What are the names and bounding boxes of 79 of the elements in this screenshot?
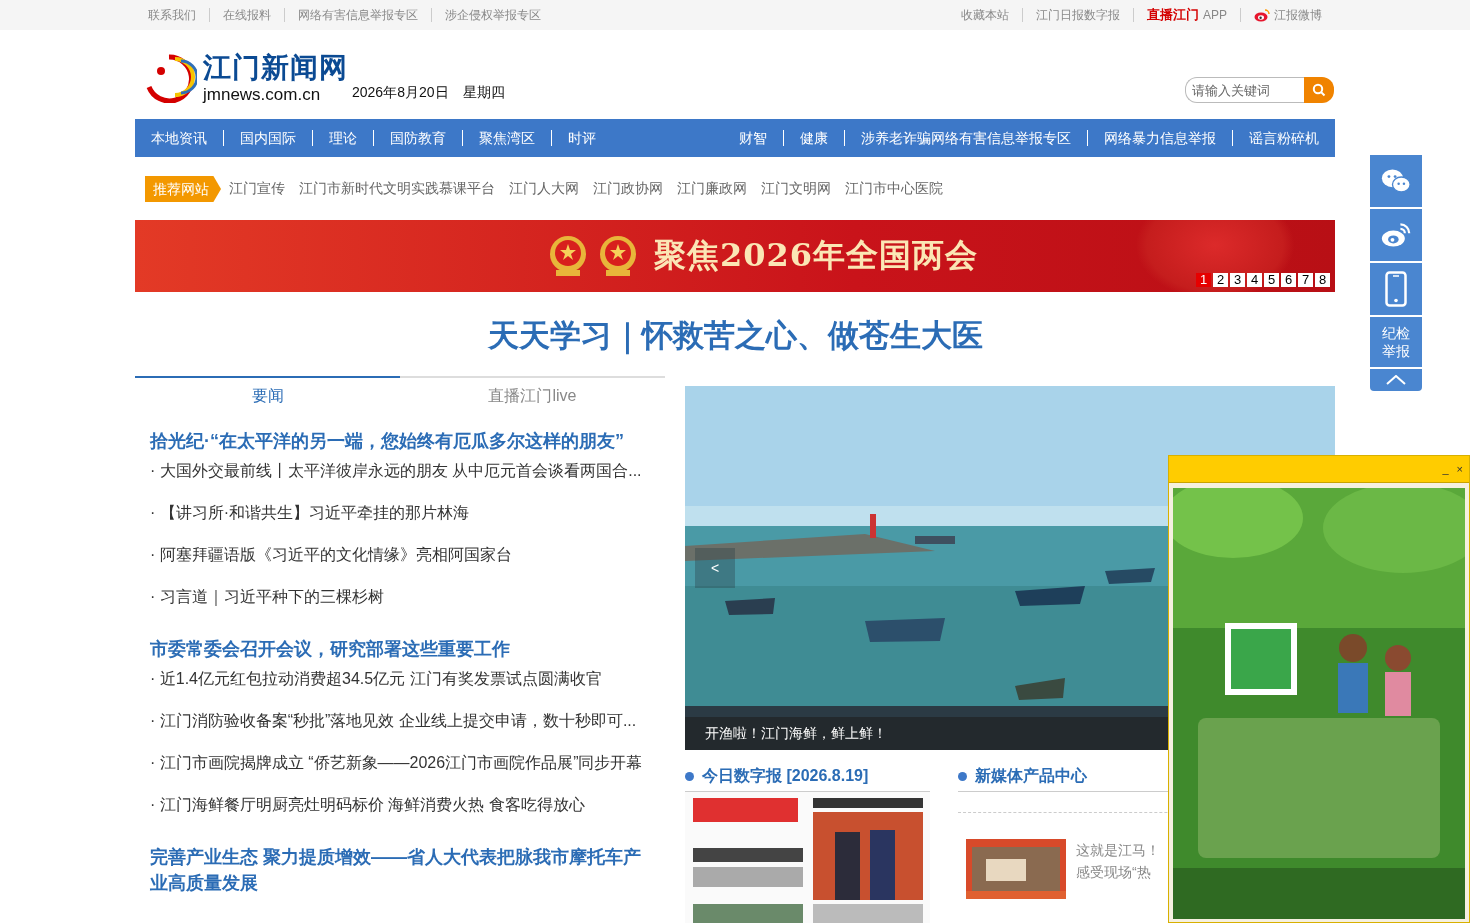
top-link[interactable]: 涉企侵权举报专区 — [431, 8, 554, 22]
search-button[interactable] — [1304, 77, 1334, 103]
news-tab[interactable]: 要闻 — [135, 376, 400, 406]
current-date: 2026年8月20日 — [352, 84, 449, 102]
wechat-icon — [1381, 167, 1411, 195]
search-field[interactable]: 请输入关键词 — [1185, 77, 1304, 103]
back-to-top-button[interactable] — [1370, 369, 1422, 391]
report-button[interactable]: 纪检举报 — [1370, 317, 1422, 367]
news-tab[interactable]: 直播江门live — [400, 376, 665, 406]
page-number[interactable]: 5 — [1264, 273, 1279, 287]
app-link[interactable]: APP — [1203, 8, 1227, 22]
news-item[interactable]: · 大国外交最前线丨太平洋彼岸永远的朋友 从中厄元首会谈看两国合... — [150, 460, 665, 502]
news-headline[interactable]: 市委常委会召开会议，研究部署这些重要工作 — [150, 636, 650, 662]
live-app-logo[interactable]: 直播江门 — [1147, 8, 1199, 22]
nav-link[interactable]: 国内国际 — [223, 130, 312, 146]
emblem-icon — [598, 234, 638, 278]
nav-link[interactable]: 国防教育 — [373, 130, 462, 146]
nav-link[interactable]: 网络暴力信息举报 — [1087, 130, 1232, 146]
nav-link[interactable]: 涉养老诈骗网络有害信息举报专区 — [844, 130, 1087, 146]
news-item[interactable]: · 江门消防验收备案“秒批”落地见效 企业线上提交申请，数十秒即可... — [150, 710, 665, 752]
wechat-button[interactable] — [1370, 155, 1422, 207]
chevron-up-icon — [1386, 375, 1406, 385]
nav-link[interactable]: 本地资讯 — [135, 130, 223, 146]
mobile-button[interactable] — [1370, 263, 1422, 315]
media-title[interactable]: 感受现场“热 — [1076, 861, 1151, 883]
recommended-link[interactable]: 江门人大网 — [509, 180, 579, 198]
nav-link[interactable]: 时评 — [551, 130, 612, 146]
recommended-link[interactable]: 江门市新时代文明实践慕课平台 — [299, 180, 495, 198]
minimize-button[interactable]: _ — [1442, 463, 1449, 475]
section-title[interactable]: 今日数字报 [2026.8.19] — [702, 765, 869, 787]
banner-title: 聚焦2026年全国两会 — [654, 235, 979, 276]
top-link[interactable]: 在线报料 — [209, 8, 284, 22]
nav-link[interactable]: 谣言粉碎机 — [1232, 130, 1335, 146]
weekday: 星期四 — [462, 84, 505, 102]
top-link[interactable]: 收藏本站 — [961, 8, 1022, 22]
recommended-link[interactable]: 江门文明网 — [761, 180, 831, 198]
emblem-icon — [548, 234, 588, 278]
news-item[interactable]: · 江门市画院揭牌成立 “侨艺新象——2026江门市画院作品展”同步开幕 — [150, 752, 665, 794]
news-headline[interactable]: 拾光纪·“在太平洋的另一端，您始终有厄瓜多尔这样的朋友” — [150, 428, 650, 454]
page-number[interactable]: 4 — [1247, 273, 1262, 287]
recommended-label: 推荐网站 — [145, 176, 221, 202]
weibo-icon — [1381, 221, 1411, 249]
nav-link[interactable]: 健康 — [783, 130, 844, 146]
page-number[interactable]: 7 — [1298, 273, 1313, 287]
page-number[interactable]: 6 — [1281, 273, 1296, 287]
site-name: 江门新闻网 — [203, 54, 348, 82]
phone-icon — [1385, 271, 1407, 307]
media-title[interactable]: 这就是江马！ — [1076, 839, 1160, 861]
page-number[interactable]: 3 — [1230, 273, 1245, 287]
weibo-icon — [1254, 8, 1270, 22]
site-domain: jmnews.com.cn — [203, 86, 322, 103]
nav-link[interactable]: 理论 — [312, 130, 373, 146]
headline[interactable]: 天天学习｜怀救苦之心、做苍生大医 — [487, 318, 983, 353]
top-link[interactable]: 江门日报数字报 — [1022, 8, 1133, 22]
bullet-icon — [958, 771, 967, 781]
news-item[interactable]: · 习言道｜习近平种下的三棵杉树 — [150, 586, 665, 628]
site-logo-icon — [145, 53, 197, 103]
news-item[interactable]: · 【讲习所·和谐共生】习近平牵挂的那片林海 — [150, 502, 665, 544]
news-item[interactable]: · 近1.4亿元红包拉动消费超34.5亿元 江门有奖发票试点圆满收官 — [150, 668, 665, 710]
section-title[interactable]: 新媒体产品中心 — [975, 765, 1087, 787]
top-link[interactable]: 网络有害信息举报专区 — [284, 8, 431, 22]
page-number[interactable]: 8 — [1315, 273, 1330, 287]
recommended-link[interactable]: 江门廉政网 — [677, 180, 747, 198]
top-link[interactable]: 联系我们 — [148, 8, 209, 22]
page-number[interactable]: 1 — [1196, 273, 1211, 287]
news-item[interactable]: · 阿塞拜疆语版《习近平的文化情缘》亮相阿国家台 — [150, 544, 665, 586]
search-icon — [1312, 83, 1326, 97]
weibo-button[interactable] — [1370, 209, 1422, 261]
news-item[interactable]: · 江门海鲜餐厅明厨亮灶明码标价 海鲜消费火热 食客吃得放心 — [150, 794, 665, 836]
nav-link[interactable]: 财智 — [723, 130, 783, 146]
news-headline[interactable]: 完善产业生态 聚力提质增效——省人大代表把脉我市摩托车产业高质量发展 — [150, 844, 650, 896]
recommended-link[interactable]: 江门市中心医院 — [845, 180, 943, 198]
bullet-icon — [685, 771, 694, 781]
nav-link[interactable]: 聚焦湾区 — [462, 130, 551, 146]
close-button[interactable]: × — [1456, 463, 1463, 475]
recommended-link[interactable]: 江门宣传 — [229, 180, 285, 198]
recommended-link[interactable]: 江门政协网 — [593, 180, 663, 198]
weibo-link[interactable]: 江报微博 — [1274, 8, 1322, 22]
page-number[interactable]: 2 — [1213, 273, 1228, 287]
